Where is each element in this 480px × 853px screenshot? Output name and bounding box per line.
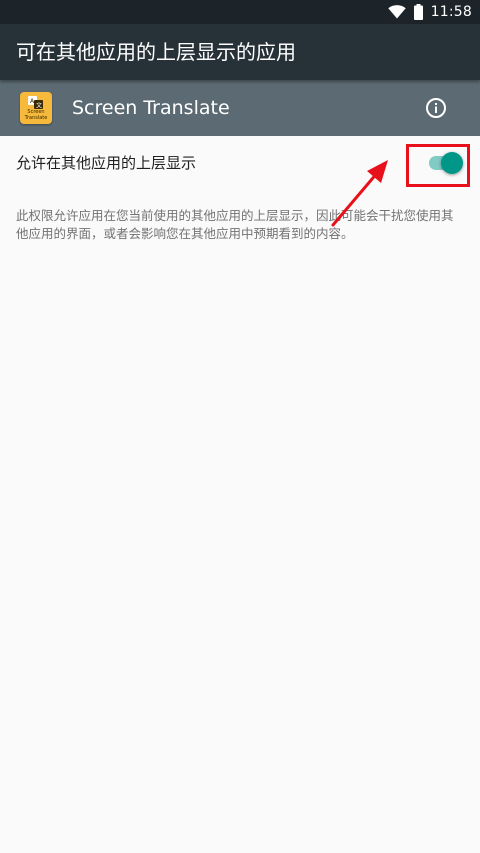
page-title: 可在其他应用的上层显示的应用 — [16, 40, 296, 64]
screen-translate-app-icon: A 文 Screen Translate — [20, 92, 52, 124]
battery-icon — [413, 4, 423, 20]
status-bar: 11:58 — [0, 0, 480, 24]
annotation-highlight-box — [406, 144, 470, 187]
status-icons: 11:58 — [387, 0, 472, 24]
info-icon — [426, 98, 446, 118]
wifi-icon — [387, 5, 406, 19]
info-button[interactable] — [424, 96, 448, 120]
app-bar: 可在其他应用的上层显示的应用 — [0, 24, 480, 80]
app-header: A 文 Screen Translate Screen Translate — [0, 80, 480, 136]
app-name: Screen Translate — [72, 97, 230, 119]
app-icon-label: Screen Translate — [24, 109, 48, 121]
permission-description: 此权限允许应用在您当前使用的其他应用的上层显示，因此可能会干扰您使用其他应用的界… — [16, 208, 454, 241]
translate-glyph-icon: A 文 — [28, 96, 43, 110]
screen: 11:58 可在其他应用的上层显示的应用 A 文 Screen Translat… — [0, 0, 480, 853]
status-time: 11:58 — [430, 4, 472, 20]
svg-text:文: 文 — [36, 102, 42, 110]
setting-label: 允许在其他应用的上层显示 — [16, 154, 197, 172]
